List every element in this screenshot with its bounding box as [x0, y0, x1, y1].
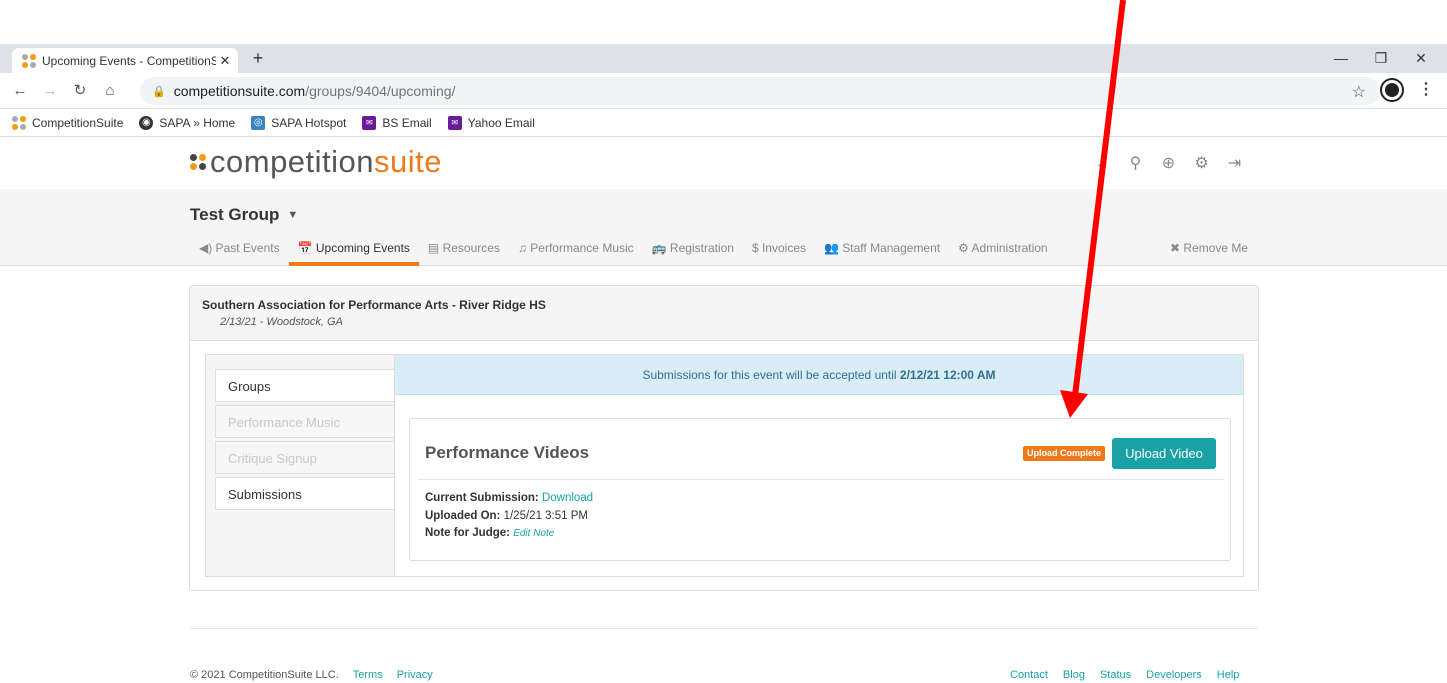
event-date-location: 2/13/21 - Woodstock, GA [220, 316, 343, 328]
browser-tab-strip: Upcoming Events - CompetitionSuite ✕ + —… [0, 44, 1447, 73]
hotspot-icon: ◎ [251, 115, 266, 130]
bookmark-label: SAPA Hotspot [271, 115, 347, 130]
notice-text: Submissions for this event will be accep… [642, 368, 900, 382]
bookmarks-bar: CompetitionSuite ◉ SAPA » Home ◎ SAPA Ho… [0, 109, 1447, 137]
site-header: competition suite ♫ ⚲ ⊕ ⚙ ⇥ [0, 137, 1447, 189]
download-link[interactable]: Download [542, 492, 593, 504]
tab-resources[interactable]: ▤ Resources [419, 238, 509, 266]
tab-performance-music[interactable]: ♫ Performance Music [509, 238, 643, 266]
group-subnav: Test Group ▼ ◀) Past Events 📅 Upcoming Ev… [0, 189, 1447, 266]
side-menu-submissions[interactable]: Submissions [215, 477, 395, 510]
current-submission-label: Current Submission: [425, 492, 539, 504]
header-icons: ♫ ⚲ ⊕ ⚙ ⇥ [1086, 153, 1251, 173]
status-badge: Upload Complete [1023, 446, 1106, 461]
reload-icon[interactable]: ↻ [70, 81, 90, 101]
browser-tab-active[interactable]: Upcoming Events - CompetitionSuite ✕ [12, 48, 238, 73]
tab-registration[interactable]: 🚌 Registration [643, 238, 743, 266]
back-icon[interactable]: ← [10, 81, 30, 101]
tab-upcoming-events[interactable]: 📅 Upcoming Events [288, 238, 419, 266]
event-panel: Southern Association for Performance Art… [189, 285, 1259, 591]
profile-avatar[interactable] [1382, 80, 1402, 100]
browser-toolbar: ← → ↻ ⌂ 🔒 competitionsuite.com/groups/94… [0, 73, 1447, 109]
browser-menu-icon[interactable]: ⋮ [1418, 80, 1434, 100]
terms-link[interactable]: Terms [353, 669, 383, 681]
mail-icon: ✉ [362, 115, 377, 130]
side-menu-performance-music: Performance Music [215, 405, 395, 438]
bookmark-yahoo-email[interactable]: ✉ Yahoo Email [447, 115, 535, 130]
gear-icon[interactable]: ⚙ [1185, 153, 1218, 173]
minimize-button[interactable]: — [1321, 44, 1361, 73]
status-link[interactable]: Status [1100, 669, 1131, 681]
bookmark-label: Yahoo Email [467, 115, 535, 130]
submissions-content: Submissions for this event will be accep… [394, 354, 1244, 577]
forward-icon[interactable]: → [40, 81, 60, 101]
side-menu-groups[interactable]: Groups [215, 369, 395, 402]
competitionsuite-icon [22, 53, 36, 68]
address-bar[interactable]: 🔒 competitionsuite.com/groups/9404/upcom… [140, 77, 1380, 105]
edit-note-link[interactable]: Edit Note [513, 528, 554, 539]
bookmark-sapa-hotspot[interactable]: ◎ SAPA Hotspot [251, 115, 347, 130]
competitionsuite-icon [12, 115, 26, 130]
developers-link[interactable]: Developers [1146, 669, 1202, 681]
tab-close-icon[interactable]: ✕ [216, 53, 234, 69]
event-header: Southern Association for Performance Art… [190, 286, 1258, 341]
help-lifebuoy-icon[interactable]: ⊕ [1152, 153, 1185, 173]
divider [418, 479, 1224, 480]
bookmark-sapa-home[interactable]: ◉ SAPA » Home [139, 115, 236, 130]
bookmark-bs-email[interactable]: ✉ BS Email [362, 115, 432, 130]
url-path: /groups/9404/upcoming/ [305, 83, 456, 99]
uploaded-on-label: Uploaded On: [425, 509, 501, 522]
help-link[interactable]: Help [1217, 669, 1240, 681]
blog-link[interactable]: Blog [1063, 669, 1085, 681]
logo-text: competition [210, 144, 375, 179]
upload-video-button[interactable]: Upload Video [1112, 438, 1216, 469]
close-window-button[interactable]: ✕ [1401, 44, 1441, 73]
remove-me-link[interactable]: ✖ Remove Me [1170, 241, 1248, 255]
footer-right: Contact Blog Status Developers Help [1010, 669, 1254, 681]
submission-deadline-notice: Submissions for this event will be accep… [395, 355, 1243, 395]
notice-deadline: 2/12/21 12:00 AM [899, 368, 996, 382]
lock-icon: 🔒 [152, 85, 166, 98]
music-note-icon[interactable]: ♫ [1086, 153, 1119, 173]
tab-past-events[interactable]: ◀) Past Events [190, 238, 289, 266]
event-body: Groups Performance Music Critique Signup… [205, 354, 1244, 577]
group-title: Test Group [190, 205, 280, 224]
nav-tabs: ◀) Past Events 📅 Upcoming Events ▤ Resou… [190, 238, 1057, 266]
home-icon[interactable]: ⌂ [100, 81, 120, 101]
tab-invoices[interactable]: $ Invoices [743, 238, 815, 266]
logo-dots-icon [190, 154, 206, 170]
event-name: Southern Association for Performance Art… [202, 298, 546, 312]
uploaded-on-value: 1/25/21 3:51 PM [503, 509, 588, 522]
caret-down-icon: ▼ [287, 209, 299, 221]
mail-icon: ✉ [447, 115, 462, 130]
performance-videos-card: Performance Videos Upload Complete Uploa… [409, 418, 1231, 561]
footer-left: © 2021 CompetitionSuite LLC. Terms Privacy [190, 669, 433, 681]
submission-details: Current Submission: Download Uploaded On… [425, 490, 593, 543]
privacy-link[interactable]: Privacy [397, 669, 433, 681]
contact-link[interactable]: Contact [1010, 669, 1048, 681]
bookmark-label: CompetitionSuite [32, 115, 124, 130]
copyright: © 2021 CompetitionSuite LLC. [190, 669, 339, 681]
tab-title: Upcoming Events - CompetitionSuite [42, 53, 216, 68]
note-label: Note for Judge: [425, 527, 510, 539]
search-icon[interactable]: ⚲ [1119, 153, 1152, 173]
side-menu-critique-signup: Critique Signup [215, 441, 395, 474]
bookmark-star-icon[interactable]: ☆ [1352, 82, 1366, 102]
group-selector[interactable]: Test Group ▼ [190, 205, 298, 225]
new-tab-button[interactable]: + [248, 48, 268, 68]
bookmark-competitionsuite[interactable]: CompetitionSuite [12, 115, 124, 130]
logo-accent-text: suite [374, 144, 443, 179]
tab-staff-management[interactable]: 👥 Staff Management [815, 238, 949, 266]
footer-divider [190, 628, 1258, 629]
bookmark-label: BS Email [382, 115, 432, 130]
sign-out-icon[interactable]: ⇥ [1218, 153, 1251, 173]
restore-button[interactable]: ❐ [1361, 44, 1401, 73]
site-logo[interactable]: competition suite [190, 144, 442, 180]
bookmark-label: SAPA » Home [159, 115, 236, 130]
tab-administration[interactable]: ⚙ Administration [949, 238, 1056, 266]
url-host: competitionsuite.com [173, 83, 306, 99]
videos-title: Performance Videos [425, 443, 590, 462]
globe-icon: ◉ [139, 115, 154, 130]
